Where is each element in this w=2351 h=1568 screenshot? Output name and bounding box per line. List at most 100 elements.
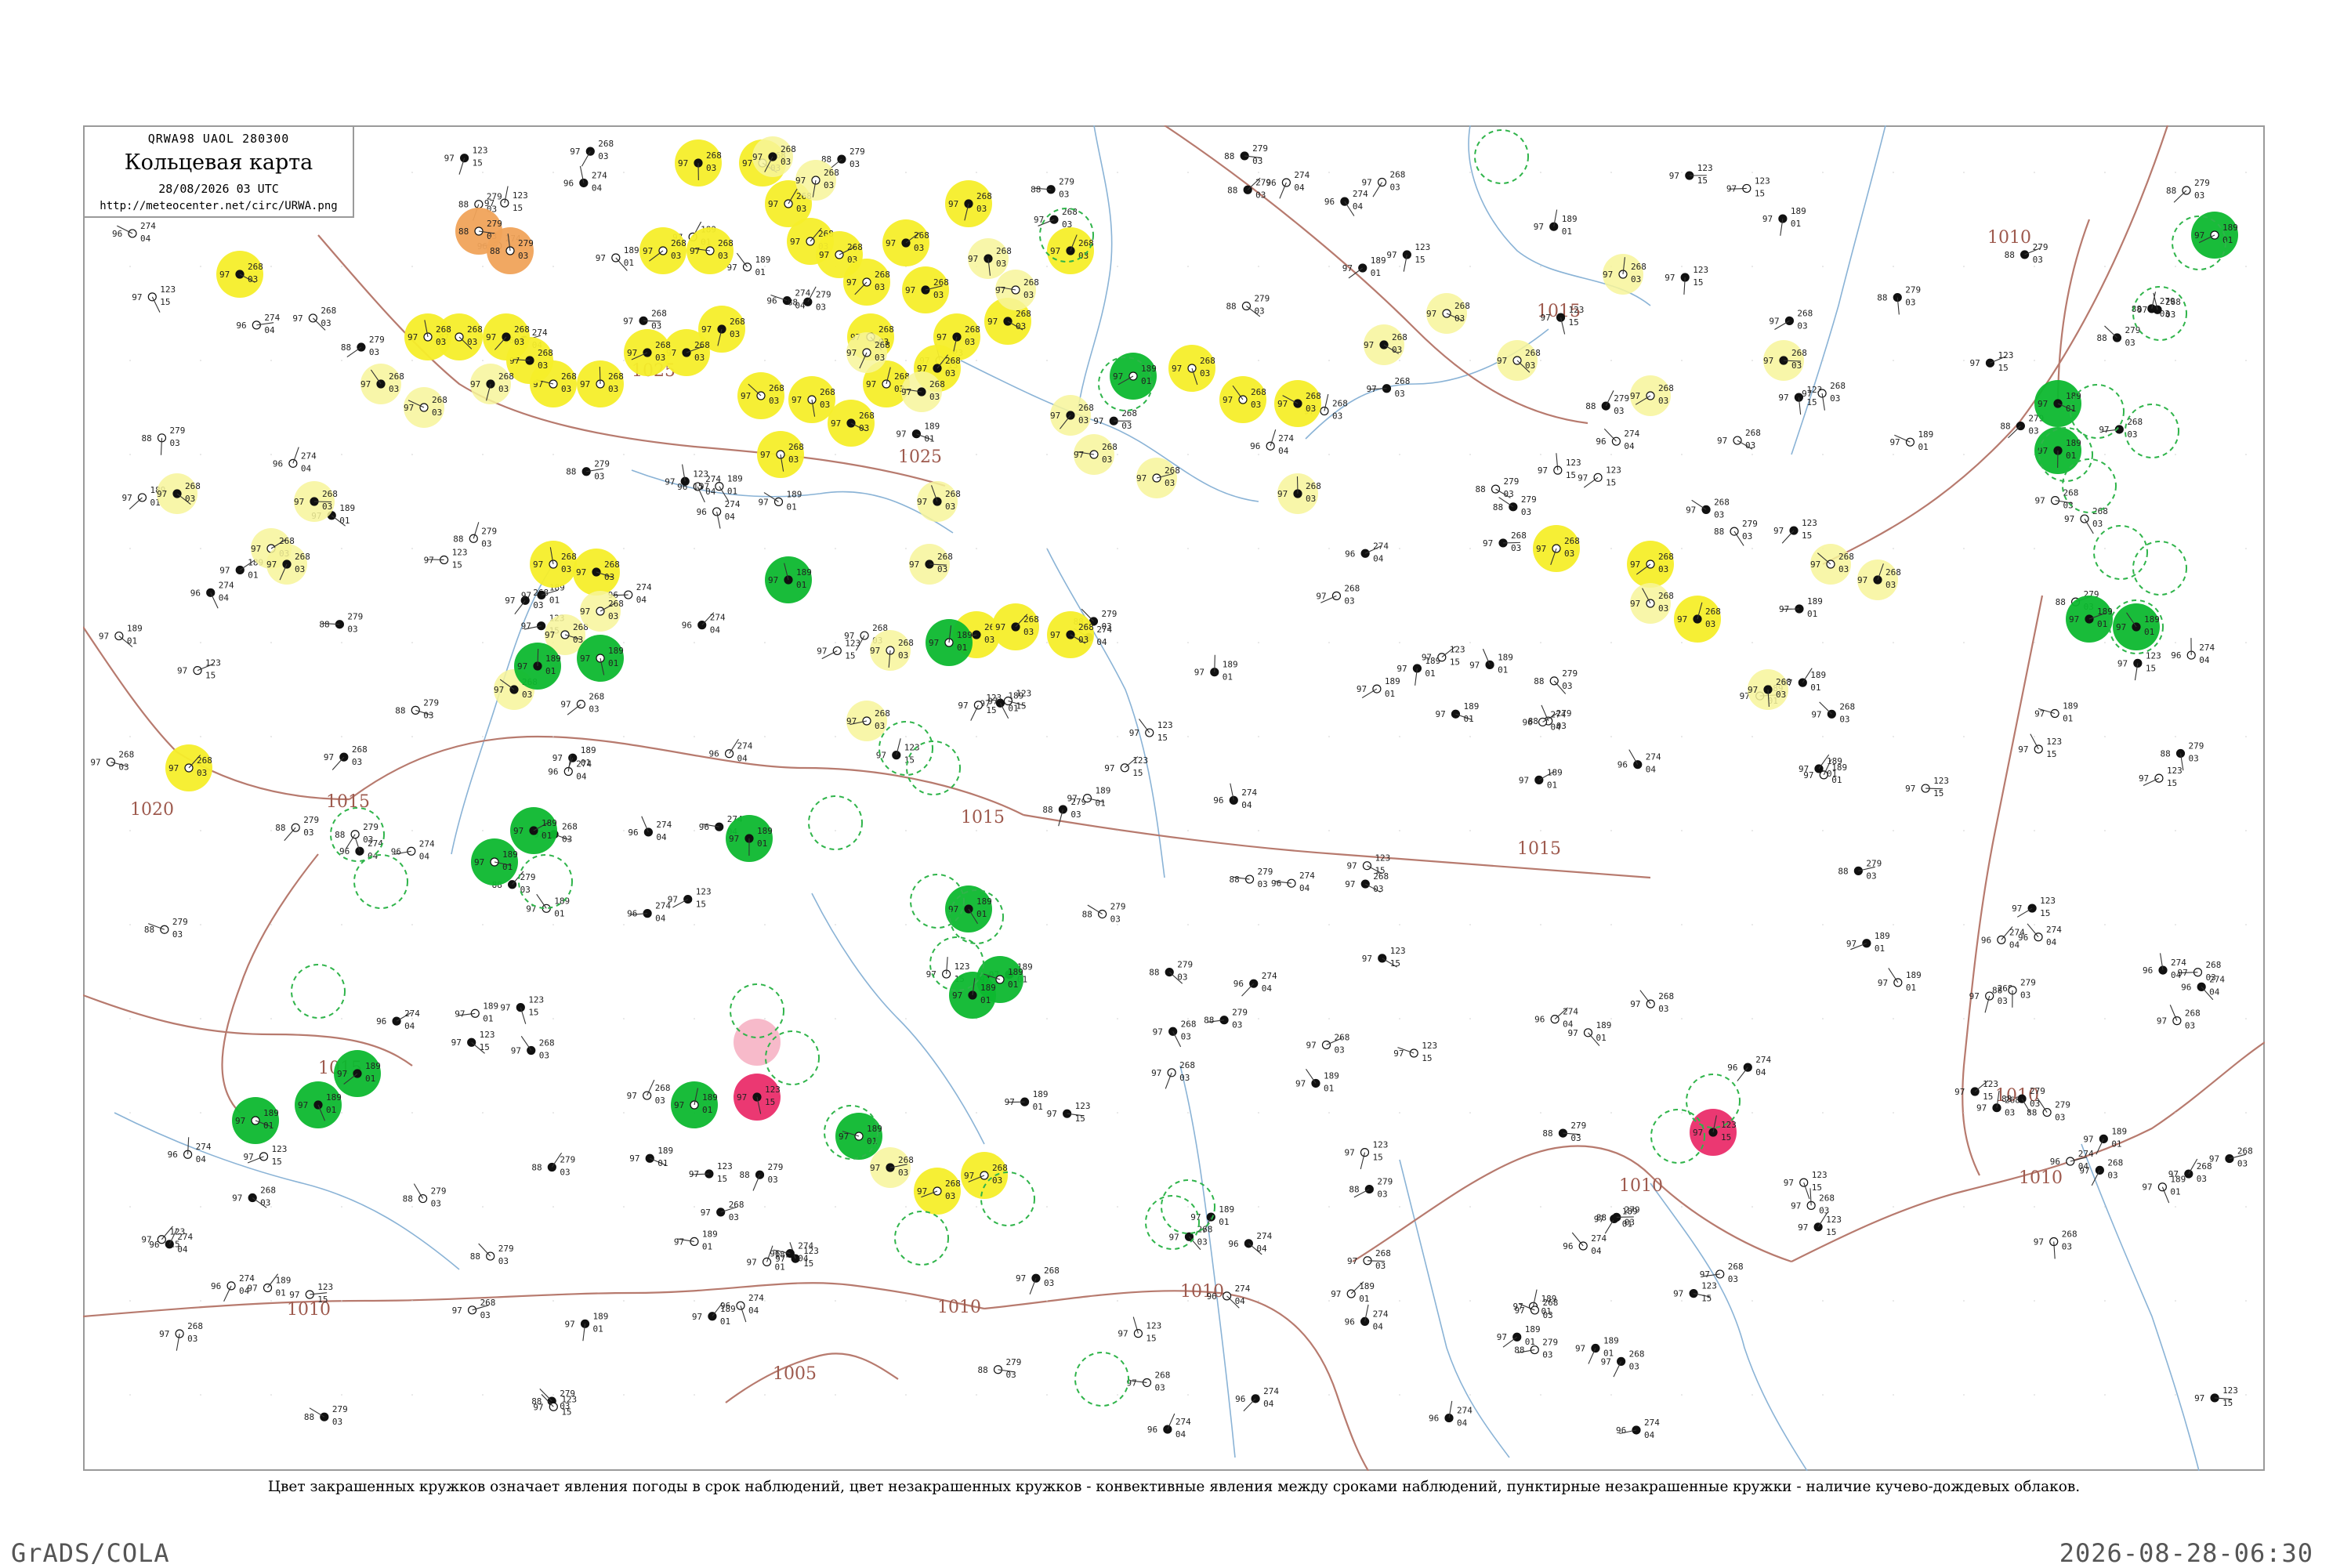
graticule-dot (482, 1206, 484, 1208)
temperature-value: 97 (1194, 668, 1204, 678)
graticule-dot (1540, 830, 1541, 831)
graticule-dot (623, 1206, 625, 1208)
tendency-value: 04 (1262, 983, 1273, 994)
isobar-label: 1010 (1619, 1176, 1663, 1196)
pressure-value: 268 (875, 270, 890, 280)
tendency-value: 15 (272, 1157, 282, 1167)
station-plot: 2749604 (1563, 1233, 1607, 1256)
graticule-dot (2034, 1394, 2035, 1396)
tendency-value: 03 (352, 757, 362, 767)
station-plot: 2689703 (1168, 1224, 1212, 1250)
station-plot: 1239715 (1669, 163, 1713, 186)
cloud-cover-symbol (744, 263, 752, 271)
temperature-value: 97 (846, 277, 857, 288)
wind-barb (1629, 750, 1638, 765)
graticule-dot (835, 1206, 836, 1208)
tendency-value: 03 (730, 329, 740, 339)
temperature-value: 97 (1846, 939, 1857, 949)
graticule-dot (623, 642, 625, 643)
graticule-dot (1540, 642, 1541, 643)
tendency-value: 15 (1566, 470, 1576, 480)
wind-barb (2096, 1139, 2103, 1154)
graticule-dot (270, 266, 272, 267)
station-plot: 2689703 (511, 1036, 555, 1060)
tendency-value: 15 (986, 705, 996, 715)
tendency-value: 03 (965, 337, 975, 347)
graticule-dot (411, 360, 413, 361)
pressure-value: 189 (554, 896, 570, 906)
temperature-value: 97 (792, 395, 802, 405)
temperature-value: 97 (232, 1193, 242, 1204)
tendency-value: 03 (655, 1095, 665, 1106)
pressure-value: 279 (1866, 858, 1882, 868)
graticule-dot (270, 830, 272, 831)
graticule-dot (411, 548, 413, 549)
tendency-value: 03 (1334, 1045, 1344, 1056)
pressure-value: 189 (1603, 1336, 1619, 1346)
pressure-value: 189 (2222, 223, 2238, 233)
graticule-dot (200, 830, 201, 831)
temperature-value: 97 (846, 716, 857, 726)
pressure-value: 123 (1450, 645, 1465, 655)
graticule-dot (1328, 548, 1330, 549)
temperature-value: 97 (1700, 1269, 1710, 1280)
tendency-value: 01 (549, 595, 560, 605)
pressure-value: 279 (1570, 1121, 1586, 1131)
station-plot: 2689703 (1969, 983, 2013, 1012)
tendency-value: 04 (798, 1254, 809, 1264)
temperature-value: 97 (2139, 773, 2149, 784)
temperature-value: 97 (952, 990, 962, 1001)
temperature-value: 88 (2166, 186, 2176, 196)
pressure-value: 268 (1344, 583, 1360, 593)
station-plot: 1899701 (1519, 767, 1563, 790)
pressure-value: 189 (1324, 1070, 1339, 1081)
pressure-value: 123 (480, 1030, 495, 1040)
station-plot: 1239715 (1798, 1212, 1842, 1237)
pressure-value: 189 (924, 422, 940, 432)
cumulonimbus-ring (2094, 526, 2147, 579)
tendency-value: 03 (1258, 879, 1268, 889)
pressure-value: 189 (593, 1311, 609, 1321)
pressure-value: 279 (1254, 294, 1270, 304)
temperature-value: 97 (917, 1186, 927, 1197)
pressure-value: 123 (2167, 766, 2183, 776)
cloud-cover-symbol (860, 632, 868, 639)
tendency-value: 01 (1359, 1294, 1369, 1304)
pressure-value: 279 (1110, 901, 1126, 911)
station-plot: 2689703 (627, 1080, 671, 1106)
tendency-value: 01 (796, 580, 806, 590)
graticule-dot (1540, 736, 1541, 737)
tendency-value: 01 (608, 658, 618, 668)
pressure-value: 189 (702, 1229, 718, 1239)
pressure-value: 268 (1078, 622, 1094, 632)
tendency-value: 04 (737, 754, 748, 764)
graticule-dot (1117, 1018, 1118, 1019)
graticule-dot (1328, 924, 1330, 925)
pressure-value: 189 (1807, 596, 1823, 607)
tendency-value: 01 (2097, 619, 2107, 629)
pressure-value: 279 (498, 1244, 514, 1254)
tendency-value: 01 (1371, 268, 1381, 278)
station-plot: 2749604 (1233, 971, 1277, 996)
tendency-value: 03 (875, 721, 885, 731)
source-url[interactable]: http://meteocenter.net/circ/URWA.png (85, 200, 353, 212)
pressure-value: 268 (820, 387, 835, 397)
temperature-value: 97 (455, 1009, 465, 1019)
tendency-value: 03 (2055, 1113, 2065, 1123)
temperature-value: 96 (548, 766, 558, 777)
cumulonimbus-ring (2133, 541, 2186, 595)
tendency-value: 03 (2028, 426, 2038, 436)
temperature-value: 97 (1536, 544, 1546, 554)
pressure-value: 268 (671, 238, 686, 248)
temperature-value: 88 (2000, 422, 2010, 432)
pressure-value: 189 (276, 1275, 292, 1285)
graticule-dot (2175, 830, 2176, 831)
pressure-value: 268 (1564, 536, 1580, 546)
tendency-value: 01 (502, 862, 513, 872)
tendency-value: 15 (473, 158, 483, 168)
graticule-dot (1328, 454, 1330, 455)
station-plot: 2798803 (1714, 519, 1758, 545)
temperature-value: 97 (1519, 775, 1529, 785)
graticule-dot (1328, 1300, 1330, 1302)
tendency-value: 15 (693, 481, 703, 491)
